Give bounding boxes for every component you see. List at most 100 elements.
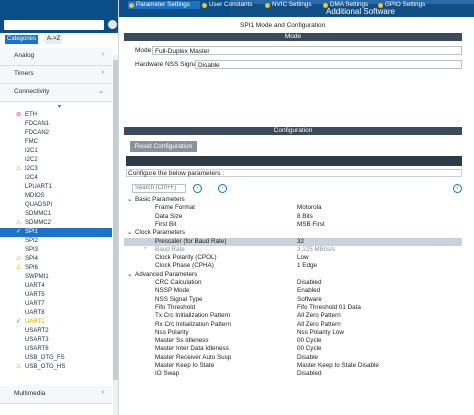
list-item[interactable]: QUADSPI: [0, 201, 112, 210]
table-row[interactable]: Master Ss Idleness 00 Cycle: [124, 337, 462, 345]
section-timers[interactable]: Timers ›: [0, 66, 112, 84]
search-box[interactable]: [4, 20, 104, 30]
tab-parameter-settings[interactable]: Parameter Settings: [128, 1, 200, 9]
table-row[interactable]: Clock Phase (CPHA) 1 Edge: [124, 262, 462, 270]
nss-select[interactable]: Disable: [195, 60, 462, 69]
list-item[interactable]: ⚠ I2C3: [0, 165, 112, 174]
list-item[interactable]: UART8: [0, 309, 112, 318]
param-value[interactable]: 00 Cycle: [297, 337, 322, 345]
section-multimedia[interactable]: Multimedia ›: [0, 386, 112, 404]
param-value[interactable]: Low: [297, 254, 309, 262]
list-item[interactable]: UART5: [0, 291, 112, 300]
list-item[interactable]: SPI3: [0, 246, 112, 255]
tab-gpio-settings[interactable]: GPIO Settings: [377, 1, 441, 9]
search-input[interactable]: [132, 184, 186, 193]
param-value[interactable]: All Zero Pattern: [297, 321, 341, 329]
table-row[interactable]: Data Size 8 Bits: [124, 213, 462, 221]
list-item[interactable]: SDMMC1: [0, 210, 112, 219]
list-item[interactable]: I2C2: [0, 156, 112, 165]
table-row[interactable]: NSSP Mode Enabled: [124, 287, 462, 295]
gear-icon[interactable]: [108, 20, 117, 29]
param-value[interactable]: Fifo Threshold 01 Data: [297, 304, 361, 312]
group-row[interactable]: ⌄ Advanced Parameters: [124, 271, 462, 279]
list-item[interactable]: ✓ UART1: [0, 318, 112, 327]
list-item[interactable]: UART4: [0, 282, 112, 291]
table-row[interactable]: IO Swap Disabled: [124, 370, 462, 378]
param-value[interactable]: 32: [297, 238, 304, 246]
list-item[interactable]: FMC: [0, 138, 112, 147]
param-value[interactable]: All Zero Pattern: [297, 312, 341, 320]
table-row[interactable]: First Bit MSB First: [124, 221, 462, 229]
list-item[interactable]: LPUART1: [0, 183, 112, 192]
table-row[interactable]: Prescaler (for Baud Rate) 32: [124, 237, 462, 246]
search-prev-icon[interactable]: ‹: [193, 184, 202, 193]
list-item[interactable]: FDCAN1: [0, 120, 112, 129]
table-row[interactable]: CRC Calculation Disabled: [124, 279, 462, 287]
mode-select[interactable]: Full-Duplex Master: [152, 46, 462, 55]
info-icon[interactable]: i: [453, 184, 462, 193]
table-row[interactable]: NSS Signal Type Software: [124, 296, 462, 304]
table-row[interactable]: Rx Crc Initialization Pattern All Zero Pa…: [124, 321, 462, 329]
list-item[interactable]: ⚠ USB_OTG_HS: [0, 363, 112, 372]
reset-configuration-button[interactable]: Reset Configuration: [130, 141, 197, 152]
table-row[interactable]: Nss Polarity Nss Polarity Low: [124, 329, 462, 337]
param-value[interactable]: Motorola: [297, 204, 322, 212]
param-value[interactable]: Disabled: [297, 279, 322, 287]
mode-label: Mode: [135, 47, 152, 54]
list-item[interactable]: ⚠ SDMMC2: [0, 219, 112, 228]
list-item[interactable]: SWPMI1: [0, 273, 112, 282]
list-item[interactable]: ⊘ ETH: [0, 111, 112, 120]
table-row[interactable]: * Baud Rate 3.125 MBits/s: [124, 246, 462, 254]
param-value[interactable]: Enabled: [297, 287, 320, 295]
list-item[interactable]: USB_OTG_FS: [0, 354, 112, 363]
table-row[interactable]: Fifo Threshold Fifo Threshold 01 Data: [124, 304, 462, 312]
section-connectivity[interactable]: Connectivity ⌄: [0, 84, 112, 102]
list-item[interactable]: USART6: [0, 345, 112, 354]
list-item[interactable]: USART3: [0, 336, 112, 345]
tab-categories[interactable]: Categories: [5, 35, 39, 44]
table-row[interactable]: Master Keep Io State Master Keep Io State…: [124, 362, 462, 370]
list-item-label: I2C4: [25, 175, 38, 181]
tab-user-constants[interactable]: User Constants: [201, 1, 264, 9]
group-row[interactable]: ⌄ Basic Parameters: [124, 196, 462, 204]
param-value[interactable]: 00 Cycle: [297, 345, 322, 353]
list-item[interactable]: ⚠ SPI4: [0, 255, 112, 264]
table-row[interactable]: Master Inter Data Idleness 00 Cycle: [124, 345, 462, 353]
search-next-icon[interactable]: ›: [218, 184, 227, 193]
list-item[interactable]: UART7: [0, 300, 112, 309]
list-item[interactable]: MDIOS: [0, 192, 112, 201]
table-row[interactable]: Tx Crc Initialization Pattern All Zero Pa…: [124, 312, 462, 320]
list-item[interactable]: ⚠ SPI6: [0, 264, 112, 273]
param-value[interactable]: MSB First: [297, 221, 325, 229]
list-item[interactable]: ✓ SPI1: [0, 228, 112, 237]
list-item-label: FMC: [25, 139, 38, 145]
param-value[interactable]: Master Keep Io State Disable: [297, 362, 379, 370]
chevron-down-icon: ⌄: [127, 270, 133, 278]
param-value[interactable]: Disable: [297, 354, 318, 362]
list-item[interactable]: I2C4: [0, 174, 112, 183]
tab-nvic-settings[interactable]: NVIC Settings: [264, 1, 324, 9]
section-label: Multimedia: [14, 390, 46, 397]
param-value[interactable]: 8 Bits: [297, 213, 313, 221]
list-item[interactable]: SPI2: [0, 237, 112, 246]
tab-a-to-z[interactable]: A->Z: [45, 35, 63, 44]
tab-dma-settings[interactable]: DMA Settings: [322, 1, 376, 9]
list-item[interactable]: FDCAN2: [0, 129, 112, 138]
list-item-label: SPI1: [25, 229, 39, 235]
param-value[interactable]: Nss Polarity Low: [297, 329, 344, 337]
param-value[interactable]: 1 Edge: [297, 262, 317, 270]
group-row[interactable]: ⌄ Clock Parameters: [124, 229, 462, 237]
section-analog[interactable]: Analog ›: [0, 48, 112, 66]
table-row[interactable]: Master Receiver Auto Susp Disable: [124, 354, 462, 362]
sort-icon[interactable]: ▾: [58, 103, 61, 110]
list-item[interactable]: I2C1: [0, 147, 112, 156]
list-item[interactable]: USART2: [0, 327, 112, 336]
table-row[interactable]: Frame Format Motorola: [124, 204, 462, 212]
scrollbar-thumb[interactable]: [113, 60, 118, 380]
table-row[interactable]: Clock Polarity (CPOL) Low: [124, 254, 462, 262]
check-icon: ✓: [16, 319, 22, 325]
param-value[interactable]: 3.125 MBits/s: [297, 246, 335, 254]
param-value[interactable]: Disabled: [297, 370, 322, 378]
status-dot-icon: [265, 2, 270, 8]
param-value[interactable]: Software: [297, 296, 322, 304]
